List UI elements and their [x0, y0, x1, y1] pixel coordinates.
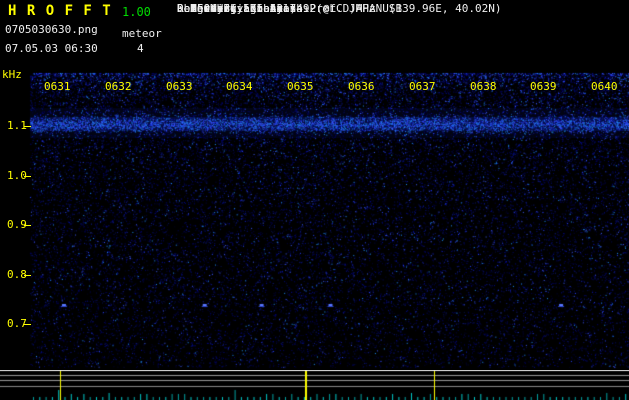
time-label: 0639 [530, 80, 557, 93]
freq-tick [24, 225, 31, 226]
time-label: 0640 [591, 80, 618, 93]
time-label: 0631 [44, 80, 71, 93]
freq-tick [24, 274, 31, 276]
spectrogram-canvas [0, 68, 629, 370]
time-label: 0633 [166, 80, 193, 93]
time-label: 0634 [226, 80, 253, 93]
app-version: 1.00 [122, 5, 151, 19]
time-label: 0635 [287, 80, 314, 93]
output-filename: 0705030630.png [5, 23, 98, 36]
time-label: 0632 [105, 80, 132, 93]
freq-tick [24, 175, 31, 177]
signal-level-canvas [0, 370, 629, 400]
spectrogram-plot: kHz 0631 0632 0633 0634 0635 0636 0637 0638 0639… [0, 68, 629, 370]
hrofft-window: H R O F F T 1.00 0705030630.png meteor 0… [0, 0, 629, 400]
mode-label: meteor [122, 27, 162, 40]
signal-level-panel [0, 370, 629, 400]
time-label: 0638 [470, 80, 497, 93]
freq-unit-label: kHz [2, 68, 22, 81]
time-label: 0637 [409, 80, 436, 93]
app-title: H R O F F T [8, 3, 112, 19]
info-value: : A504HB(yagi 4el) [177, 2, 297, 15]
observation-info: Observer: Masayuki Kobayashi Receiving Lo… [177, 2, 629, 55]
time-label: 0636 [348, 80, 375, 93]
meteor-count: 4 [137, 42, 144, 55]
freq-tick [24, 126, 31, 127]
observation-datetime: 07.05.03 06:30 [5, 42, 98, 55]
freq-tick [24, 324, 31, 325]
